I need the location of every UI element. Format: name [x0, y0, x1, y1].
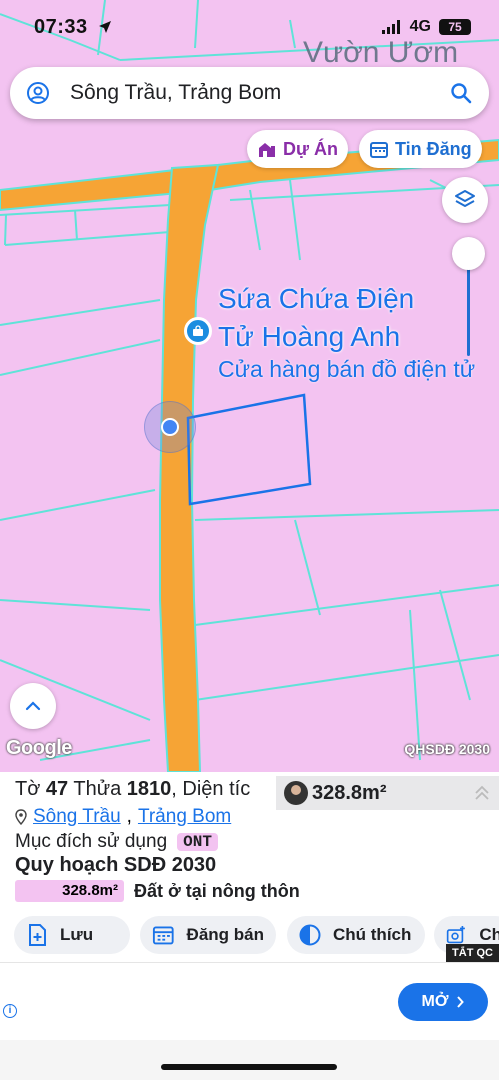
du-an-label: Dự Án: [283, 138, 339, 159]
post-sale-button[interactable]: Đăng bán: [140, 916, 276, 954]
plan-title: Quy hoạch SDĐ 2030: [15, 854, 217, 876]
agent-avatar: [284, 781, 308, 805]
district-link[interactable]: Trảng Bom: [138, 806, 231, 828]
contrast-icon: [299, 924, 321, 946]
layers-button[interactable]: [442, 177, 488, 223]
more-label: Ch: [479, 925, 499, 944]
plan-row: 328.8m² Đất ở tại nông thôn: [15, 880, 300, 902]
layer-label: QHSDĐ 2030: [404, 741, 490, 757]
roads: [0, 138, 499, 772]
to-label: Tờ: [15, 778, 41, 800]
tin-dang-label: Tin Đăng: [395, 138, 472, 159]
status-indicators: 4G 75: [381, 18, 471, 36]
layers-icon: [455, 190, 475, 207]
status-time: 07:33: [34, 16, 112, 39]
purpose-label: Mục đích sử dụng: [15, 831, 168, 852]
purpose-badge: ONT: [177, 833, 218, 851]
thua-value: 1810: [126, 778, 172, 800]
save-button[interactable]: Lưu: [14, 916, 130, 954]
area-value: 328.8m²: [312, 781, 387, 804]
poi-name[interactable]: Sứa Chứa Điện Tử Hoàng Anh: [218, 280, 414, 356]
shopping-bag-icon: [193, 325, 203, 336]
area-label: Diện tíc: [182, 778, 251, 800]
my-location-dot: [161, 418, 179, 436]
battery-icon: 75: [439, 19, 471, 35]
search-bar[interactable]: Sông Trầu, Trảng Bom: [10, 67, 489, 119]
ad-info-icon[interactable]: i: [3, 1004, 17, 1018]
post-sale-label: Đăng bán: [186, 925, 264, 944]
legend-button[interactable]: Chú thích: [287, 916, 425, 954]
search-button[interactable]: [439, 71, 483, 115]
home-indicator[interactable]: [161, 1064, 337, 1070]
plan-description: Đất ở tại nông thôn: [134, 880, 300, 901]
bottom-area: [0, 1040, 499, 1080]
parcel-title: Tờ 47 Thửa 1810, Diện tíc: [15, 778, 251, 800]
account-icon[interactable]: [24, 79, 52, 107]
calendar-icon: [152, 926, 174, 945]
network-type: 4G: [409, 18, 431, 35]
poi-name-line1: Sứa Chứa Điện: [218, 283, 415, 314]
ad-open-label: MỞ: [421, 993, 449, 1010]
to-value: 47: [45, 778, 69, 800]
file-add-icon: [29, 924, 46, 946]
du-an-chip[interactable]: Dự Án: [247, 130, 349, 168]
time-text: 07:33: [34, 16, 88, 38]
chevron-up-icon: [25, 701, 41, 711]
action-row: Lưu Đăng bán Chú thích Ch: [0, 916, 499, 956]
building-icon: [259, 143, 275, 157]
search-input[interactable]: Sông Trầu, Trảng Bom: [70, 81, 439, 105]
selected-parcel: [186, 393, 312, 506]
chevron-right-icon: [457, 996, 465, 1008]
location-arrow-icon: [98, 21, 111, 33]
poi-name-line2: Tử Hoàng Anh: [218, 321, 401, 352]
search-icon: [451, 83, 472, 104]
chevron-up-double-icon: [475, 785, 489, 800]
calendar-icon: [370, 142, 388, 158]
parcel-location: Sông Trầu, Trảng Bom: [15, 806, 231, 828]
plan-area: 328.8m²: [15, 880, 124, 902]
opacity-slider-knob[interactable]: [452, 237, 485, 270]
user-circle-icon: [27, 82, 49, 104]
map-pin-icon: [15, 809, 27, 825]
purpose-line: Mục đích sử dụng ONT: [15, 831, 218, 853]
signal-icon: [381, 20, 400, 34]
legend-label: Chú thích: [333, 925, 412, 944]
close-ad-button[interactable]: TẮT QC: [446, 944, 499, 962]
commune-link[interactable]: Sông Trầu: [33, 806, 121, 828]
expand-up-button[interactable]: [10, 683, 56, 729]
status-bar: 07:33 4G 75: [0, 0, 499, 58]
ad-banner[interactable]: i MỞ: [0, 962, 499, 1040]
poi-pin[interactable]: [184, 317, 212, 345]
tin-dang-chip[interactable]: Tin Đăng: [359, 130, 482, 168]
save-label: Lưu: [60, 925, 94, 944]
app-root: Vườn Ươm Sứa Chứa Điện Tử Hoàng Anh Cửa …: [0, 0, 499, 1080]
google-logo: Google: [6, 737, 72, 759]
poi-category: Cửa hàng bán đồ điện tử: [218, 356, 476, 382]
agent-area-tag[interactable]: 328.8m²: [276, 776, 499, 810]
thua-label: Thửa: [73, 778, 122, 800]
ad-open-button[interactable]: MỞ: [398, 983, 488, 1021]
